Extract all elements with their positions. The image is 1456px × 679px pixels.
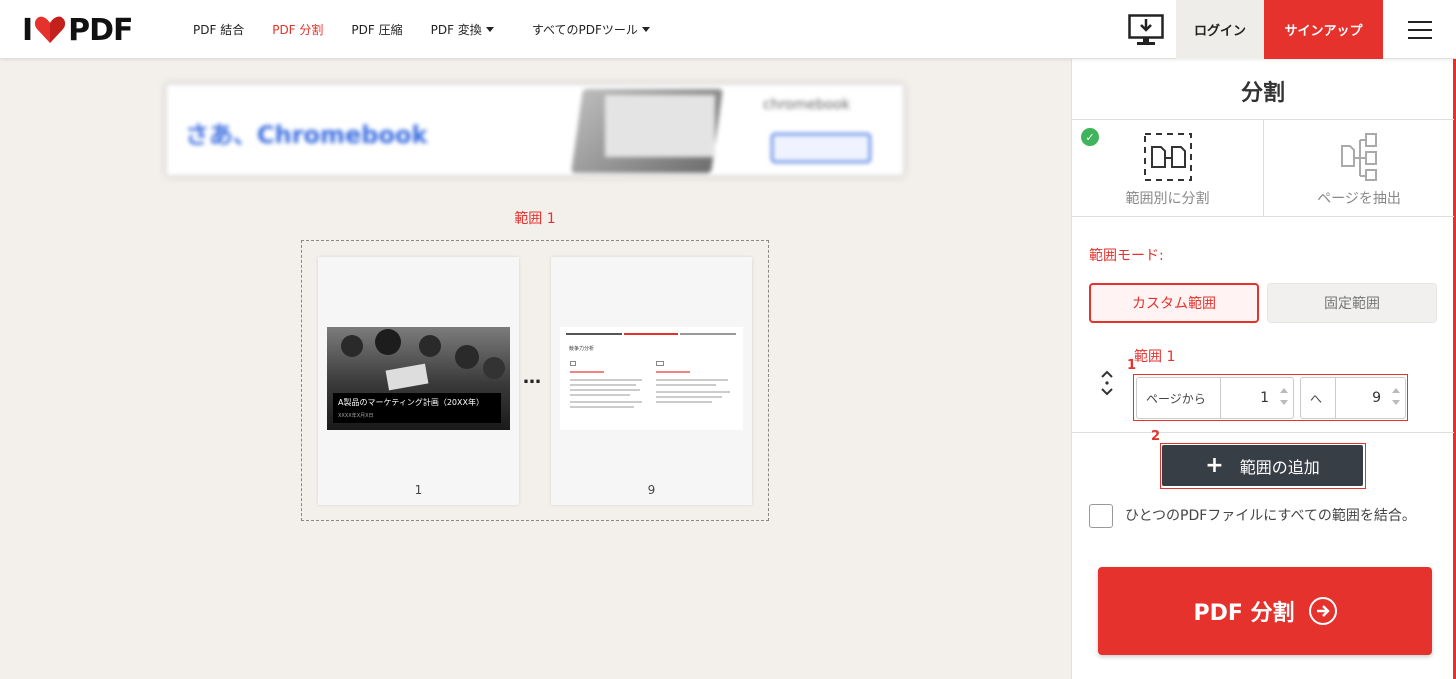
nav-merge-label: PDF 結合 [193, 23, 245, 37]
split-pdf-label: PDF 分割 [1193, 601, 1295, 626]
heart-icon [35, 16, 66, 43]
range-mode-label: 範囲モード: [1089, 248, 1164, 264]
page-image-last: 競争力分析 [560, 327, 743, 430]
sidebar-title: 分割 [1240, 81, 1285, 106]
page-number: 1 [414, 483, 423, 497]
add-range-highlight: + 範囲の追加 [1160, 443, 1366, 489]
to-prefix: へ [1310, 391, 1323, 406]
caret-down-icon [485, 27, 494, 32]
from-page-value[interactable]: 1 [1260, 378, 1269, 418]
merge-ranges-label[interactable]: ひとつのPDFファイルにすべての範囲を結合。 [1125, 505, 1425, 528]
nav-all-tools-label: すべてのPDFツール [531, 23, 638, 37]
caret-down-icon [641, 27, 650, 32]
to-page-value[interactable]: 9 [1372, 378, 1381, 418]
tab-extract-pages[interactable]: ページを抽出 [1263, 120, 1454, 217]
header-actions: ログイン サインアップ [1116, 0, 1456, 59]
down-arrow-icon[interactable] [1280, 400, 1288, 405]
nav-compress-pdf[interactable]: PDF 圧縮 [351, 21, 402, 38]
split-range-icon [1143, 133, 1192, 181]
tab-split-by-range[interactable]: ✓ 範囲別に分割 [1072, 120, 1263, 217]
range-row: ページから 1 へ 9 [1133, 374, 1408, 421]
tab-extract-pages-label: ページを抽出 [1317, 191, 1401, 207]
nav-split-label: PDF 分割 [272, 23, 324, 37]
login-button[interactable]: ログイン [1176, 0, 1264, 59]
page-thumbnail-first[interactable]: A製品のマーケティング計画（20XX年） XXXX年X月X日 1 [318, 257, 519, 505]
arrow-right-circle-icon [1308, 597, 1337, 625]
from-prefix: ページから [1146, 391, 1206, 406]
nav-compress-label: PDF 圧縮 [351, 23, 403, 37]
ilovepdf-logo[interactable]: I PDF [22, 12, 134, 48]
range-1-label: 範囲 1 [1134, 349, 1176, 365]
page-number: 9 [647, 483, 656, 497]
ad-banner[interactable]: さあ、Chromebook chromebook [166, 84, 904, 176]
hamburger-icon [1407, 20, 1432, 39]
plus-icon: + [1205, 453, 1224, 478]
page-caption-title: A製品のマーケティング計画（20XX年） [338, 398, 484, 407]
up-arrow-icon[interactable] [1392, 388, 1400, 393]
tab-split-by-range-label: 範囲別に分割 [1125, 191, 1210, 207]
ad-cta-button[interactable] [771, 133, 871, 163]
desktop-download-icon [1128, 13, 1164, 45]
nav-convert-label: PDF 変換 [430, 23, 482, 37]
fixed-range-button[interactable]: 固定範囲 [1267, 283, 1437, 323]
split-pdf-button[interactable]: PDF 分割 [1098, 567, 1432, 655]
range-preview-box: A製品のマーケティング計画（20XX年） XXXX年X月X日 1 … 競争力分析 [301, 240, 769, 521]
annotation-marker-1: 1 [1127, 358, 1137, 373]
add-range-label: 範囲の追加 [1239, 457, 1320, 477]
hamburger-menu-button[interactable] [1383, 0, 1456, 59]
annotation-marker-2: 2 [1151, 429, 1161, 444]
nav-merge-pdf[interactable]: PDF 結合 [193, 21, 244, 38]
nav-convert-pdf[interactable]: PDF 変換 [431, 21, 494, 38]
ad-headline: さあ、Chromebook [185, 121, 428, 149]
nav-all-tools[interactable]: すべてのPDFツール [532, 21, 650, 38]
from-page-field[interactable]: ページから 1 [1136, 377, 1294, 419]
nav-split-pdf[interactable]: PDF 分割 [272, 21, 323, 38]
check-icon: ✓ [1081, 128, 1099, 146]
desktop-download-button[interactable] [1116, 0, 1176, 59]
ellipsis: … [523, 367, 542, 388]
custom-range-button[interactable]: カスタム範囲 [1089, 283, 1259, 323]
down-arrow-icon[interactable] [1392, 400, 1400, 405]
main-nav: PDF 結合 PDF 分割 PDF 圧縮 PDF 変換 すべてのPDFツール [193, 0, 678, 59]
page-caption: A製品のマーケティング計画（20XX年） XXXX年X月X日 [333, 393, 501, 423]
merge-ranges-checkbox[interactable] [1089, 504, 1113, 528]
add-range-button[interactable]: + 範囲の追加 [1162, 445, 1363, 486]
split-options-sidebar: 分割 ✓ 範囲別に分割 ページを抽出 範囲モード: カスタム範囲 固定範囲 範囲… [1071, 59, 1456, 679]
logo-letter-i: I [22, 12, 33, 48]
page-heading: 競争力分析 [569, 346, 595, 352]
to-page-field[interactable]: へ 9 [1300, 377, 1406, 419]
to-page-stepper[interactable] [1391, 386, 1401, 412]
top-header: I PDF PDF 結合 PDF 分割 PDF 圧縮 PDF 変換 すべてのPD… [0, 0, 1456, 59]
divider [1072, 432, 1454, 433]
logo-pdf: PDF [68, 12, 133, 48]
ad-laptop-screen [605, 95, 715, 157]
drag-arrows-icon [1101, 370, 1113, 396]
page-thumbnail-last[interactable]: 競争力分析 9 [551, 257, 752, 505]
ad-brand: chromebook [763, 97, 850, 113]
split-mode-tabs: ✓ 範囲別に分割 ページを抽出 [1072, 119, 1454, 217]
drag-handle[interactable] [1100, 369, 1114, 401]
signup-button[interactable]: サインアップ [1264, 0, 1383, 59]
range-title: 範囲 1 [514, 211, 556, 227]
up-arrow-icon[interactable] [1280, 388, 1288, 393]
page-caption-sub: XXXX年X月X日 [338, 413, 374, 419]
page-image-first: A製品のマーケティング計画（20XX年） XXXX年X月X日 [327, 327, 510, 430]
from-page-stepper[interactable] [1279, 386, 1289, 412]
extract-pages-icon [1341, 133, 1377, 181]
